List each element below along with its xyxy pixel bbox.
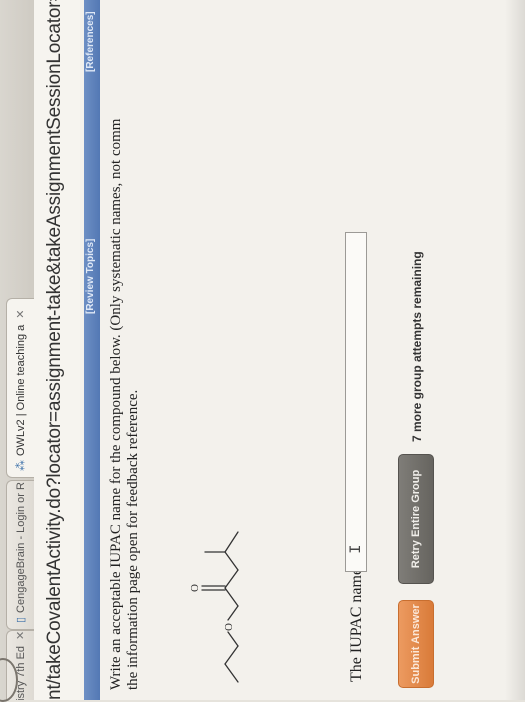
review-topics-link[interactable]: [Review Topics] — [85, 239, 96, 314]
tab-label: CengageBrain - Login or R — [14, 482, 27, 613]
browser-tab-cengagebrain[interactable]: ▯ CengageBrain - Login or R ✕ — [6, 480, 34, 630]
retry-entire-group-button[interactable]: Retry Entire Group — [398, 454, 434, 584]
bond — [224, 569, 239, 589]
close-icon[interactable]: ✕ — [14, 631, 27, 640]
bond — [227, 605, 239, 621]
address-bar[interactable]: nt/takeCovalentActivity.do?locator=assig… — [34, 0, 81, 700]
url-text[interactable]: nt/takeCovalentActivity.do?locator=assig… — [44, 0, 66, 700]
assignment-page: [Review Topics] [References] Write an ac… — [80, 0, 525, 700]
bond — [224, 663, 239, 683]
references-link[interactable]: [References] — [85, 11, 96, 72]
bond — [224, 531, 239, 553]
submit-answer-button[interactable]: Submit Answer — [398, 600, 434, 688]
question-instructions: Write an acceptable IUPAC name for the c… — [108, 0, 142, 690]
structure-diagram: O O — [189, 531, 239, 683]
bond — [224, 587, 239, 607]
text-cursor-icon: I — [347, 544, 365, 554]
owl-logo-icon: ⁂ — [15, 460, 27, 471]
bond — [224, 645, 239, 665]
attempts-remaining-text: 7 more group attempts remaining — [410, 251, 424, 442]
oxygen-atom-label: O — [189, 584, 201, 592]
instruction-line-1: Write an acceptable IUPAC name for the c… — [108, 118, 124, 690]
tab-strip: istry 7th Ed ✕ ▯ CengageBrain - Login or… — [0, 0, 35, 700]
document-icon: ▯ — [15, 616, 27, 623]
close-icon[interactable]: ✕ — [14, 310, 27, 319]
question-toolbar: [Review Topics] [References] — [84, 0, 100, 700]
oxygen-atom-label: O — [223, 623, 235, 631]
instruction-line-2: the information page open for feedback r… — [125, 389, 141, 690]
bond — [224, 551, 239, 571]
bond — [227, 631, 239, 647]
iupac-name-label: The IUPAC name is — [348, 553, 365, 682]
browser-tab-owlv2[interactable]: ⁂ OWLv2 | Online teaching a ✕ — [6, 298, 34, 478]
iupac-name-input[interactable] — [345, 232, 367, 572]
tab-label: OWLv2 | Online teaching a — [14, 324, 27, 456]
rotated-browser-window: istry 7th Ed ✕ ▯ CengageBrain - Login or… — [0, 0, 525, 700]
